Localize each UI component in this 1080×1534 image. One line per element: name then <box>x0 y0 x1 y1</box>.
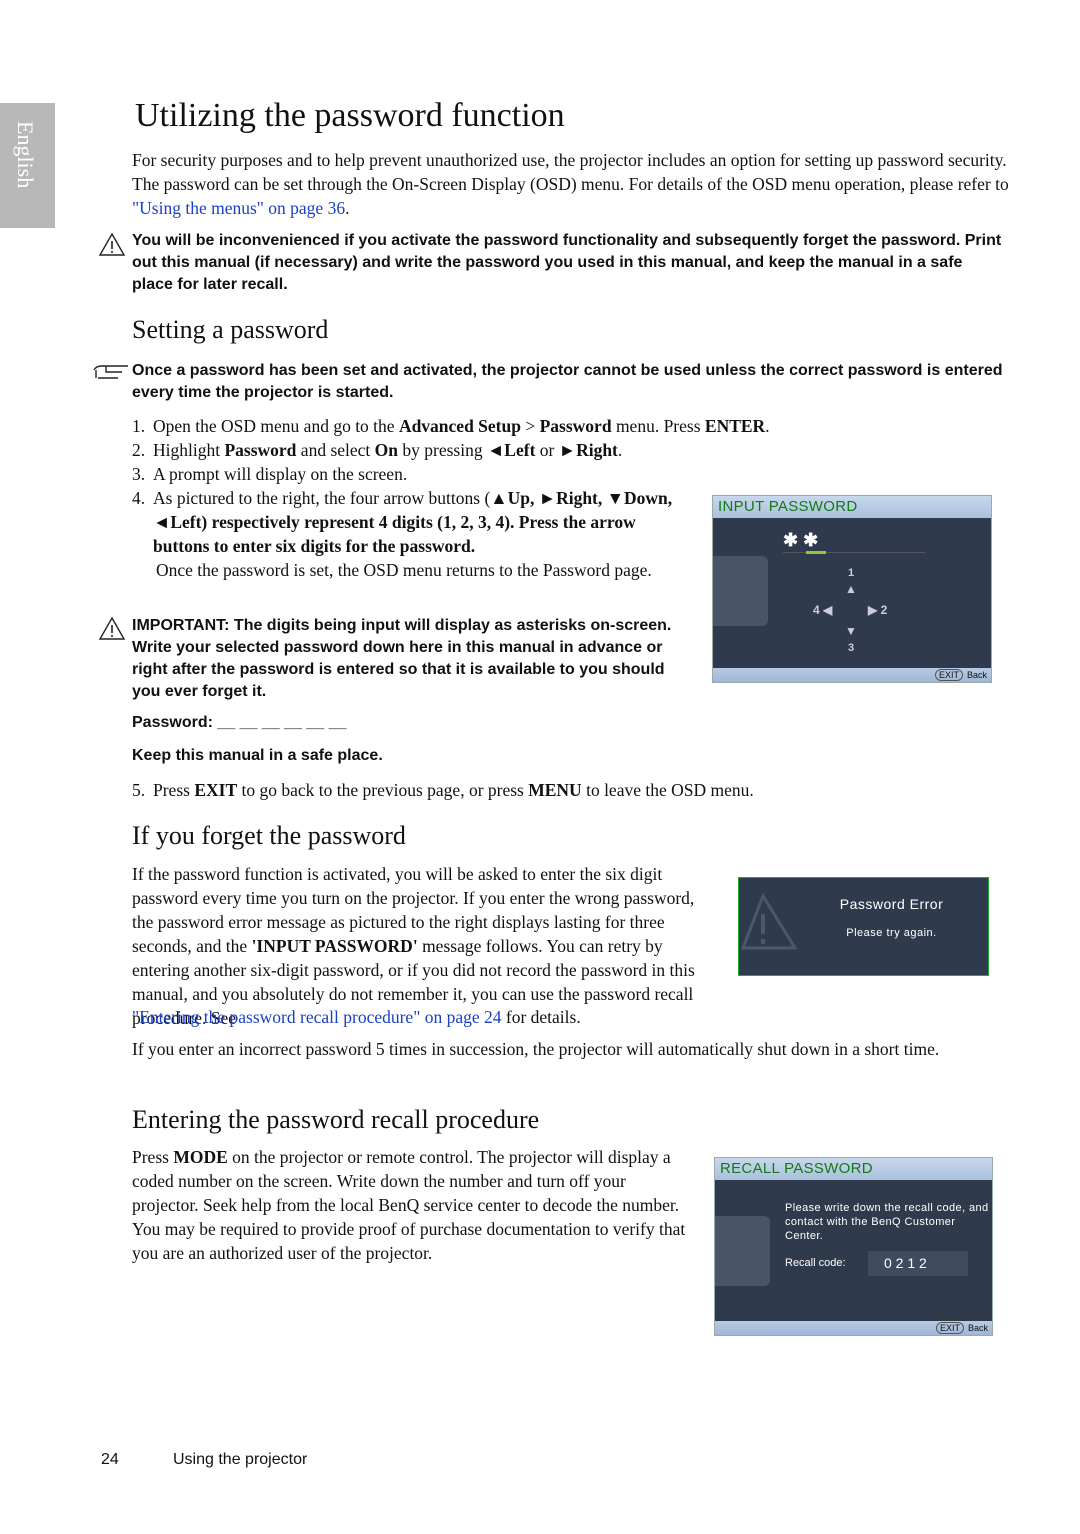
page-number: 24 <box>101 1451 119 1468</box>
step-1: 1. Open the OSD menu and go to the Advanc… <box>132 414 832 438</box>
step-4-continued: Once the password is set, the OSD menu r… <box>156 560 652 580</box>
up-triangle-icon: ▲ <box>845 582 857 596</box>
recall-code-value: 0 2 1 2 <box>868 1251 968 1276</box>
osd-footer: EXIT Back <box>715 1321 992 1335</box>
step-text: As pictured to the right, the four arrow… <box>153 488 673 556</box>
osd-title: INPUT PASSWORD <box>713 496 991 518</box>
link-using-menus[interactable]: "Using the menus" on page 36 <box>132 198 345 218</box>
up-arrow-icon: ▲ <box>490 488 508 508</box>
osd-title: RECALL PASSWORD <box>715 1158 992 1180</box>
back-label: Back <box>966 670 987 680</box>
step-number: 2. <box>132 440 146 460</box>
step-2: 2. Highlight Password and select On by pr… <box>132 438 692 462</box>
back-label: Back <box>967 1323 988 1333</box>
step-5: 5. Press EXIT to go back to the previous … <box>132 780 754 800</box>
step-text: A prompt will display on the screen. <box>153 464 408 484</box>
warning-icon <box>98 616 126 640</box>
section-heading-setting: Setting a password <box>132 315 329 344</box>
active-slot <box>806 551 826 554</box>
exit-key: EXIT <box>935 1322 964 1334</box>
step-number: 4. <box>132 488 146 508</box>
page-title: Utilizing the password function <box>135 97 565 134</box>
error-title: Password Error <box>839 896 944 912</box>
language-label: English <box>13 121 38 189</box>
keep-note: Keep this manual in a safe place. <box>132 747 383 764</box>
step-4: 4. As pictured to the right, the four arr… <box>132 486 692 558</box>
osd-input-password: INPUT PASSWORD ✱ ✱ 1 ▲ 4 ◀ ▶ 2 ▼ 3 EXIT B… <box>712 495 992 683</box>
lock-icon <box>713 556 768 626</box>
lock-icon <box>715 1216 770 1286</box>
step-number: 1. <box>132 416 146 436</box>
error-subtitle: Please try again. <box>846 927 937 939</box>
down-arrow-icon: ▼ <box>606 488 624 508</box>
step-text: Open the OSD menu and go to the Advanced… <box>153 416 770 436</box>
language-tab: English <box>0 103 55 228</box>
recall-code-label: Recall code: <box>785 1257 846 1269</box>
setting-note: Once a password has been set and activat… <box>132 362 1003 401</box>
recall-message: Please write down the recall code, and c… <box>785 1202 989 1242</box>
intro-paragraph: For security purposes and to help preven… <box>132 148 1012 220</box>
left-arrow-icon: ◄ <box>486 440 505 460</box>
digit-down: 3 <box>848 642 855 654</box>
left-arrow-icon: ◄ <box>153 512 171 532</box>
footer-section: Using the projector <box>173 1451 308 1468</box>
pointing-hand-icon <box>93 365 128 379</box>
steps-list: 1. Open the OSD menu and go to the Advanc… <box>132 414 770 582</box>
digit-left: 4 ◀ <box>813 603 833 617</box>
forget-paragraph-2: If you enter an incorrect password 5 tim… <box>132 1039 940 1059</box>
password-asterisks: ✱ ✱ <box>783 530 819 550</box>
digit-slots <box>783 552 925 553</box>
down-triangle-icon: ▼ <box>845 624 857 638</box>
section-heading-recall: Entering the password recall procedure <box>132 1105 540 1134</box>
right-arrow-icon: ► <box>538 488 557 508</box>
link-recall-procedure[interactable]: "Entering the password recall procedure"… <box>132 1007 502 1027</box>
important-note: IMPORTANT: The digits being input will d… <box>132 617 672 700</box>
step-number: 3. <box>132 464 146 484</box>
recall-paragraph: Press MODE on the projector or remote co… <box>132 1147 686 1263</box>
password-blank: Password: __ __ __ __ __ __ <box>132 714 347 731</box>
right-arrow-icon: ► <box>558 440 577 460</box>
warning-note: You will be inconvenienced if you activa… <box>132 232 1002 293</box>
exit-key: EXIT <box>934 669 963 681</box>
osd-footer: EXIT Back <box>713 668 991 682</box>
step-text: Highlight Password and select On by pres… <box>153 440 623 460</box>
osd-recall-password: RECALL PASSWORD Please write down the re… <box>714 1157 993 1336</box>
text: . <box>345 198 350 218</box>
section-heading-forget: If you forget the password <box>132 821 406 850</box>
text: For security purposes and to help preven… <box>132 150 1009 194</box>
step-3: 3. A prompt will display on the screen. <box>132 462 692 486</box>
digit-up: 1 <box>848 567 855 579</box>
forget-paragraph-continued: "Entering the password recall procedure"… <box>132 1007 581 1027</box>
warning-icon <box>98 232 126 256</box>
osd-password-error: Password Error Please try again. <box>738 877 989 976</box>
digit-right: ▶ 2 <box>868 603 888 617</box>
